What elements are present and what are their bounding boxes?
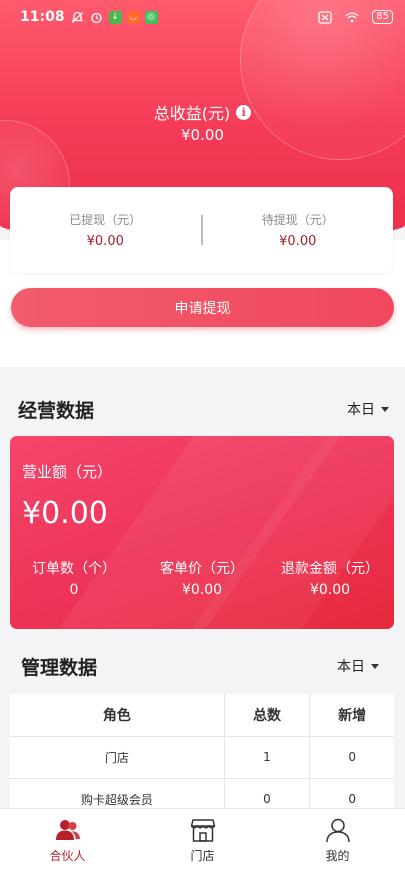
message-app-icon: ◎ <box>144 10 158 24</box>
order-count-stat: 订单数（个） 0 <box>10 558 138 598</box>
avg-order-price-stat: 客单价（元） ¥0.00 <box>138 558 266 598</box>
status-time: 11:08 <box>20 9 65 25</box>
withdrawn-column: 已提现（元） ¥0.00 <box>10 211 201 249</box>
wifi-icon <box>345 10 359 24</box>
management-data-title: 管理数据 <box>21 657 98 679</box>
shopping-app-icon: ◡ <box>126 10 140 24</box>
nav-item-mine[interactable]: 我的 <box>270 809 405 878</box>
total-earnings-label: 总收益(元) <box>153 104 231 123</box>
bottom-navigation: 合伙人 门店 我的 <box>0 808 405 878</box>
nav-item-partner[interactable]: 合伙人 <box>0 809 135 878</box>
withdrawn-value: ¥0.00 <box>86 234 124 249</box>
pending-value: ¥0.00 <box>279 234 317 249</box>
caret-down-icon <box>371 663 379 669</box>
business-data-title: 经营数据 <box>18 400 95 422</box>
column-header: 角色 <box>10 694 225 737</box>
withdraw-summary-card: 已提现（元） ¥0.00 待提现（元） ¥0.00 <box>10 187 393 273</box>
caret-down-icon <box>381 406 389 412</box>
stat-value: ¥0.00 <box>309 582 351 598</box>
download-app-icon: ↓ <box>108 10 122 24</box>
management-period-label: 本日 <box>337 659 365 675</box>
status-bar: 11:08 ↓ ◡ ◎ 85 <box>0 0 405 34</box>
mute-icon <box>71 10 85 24</box>
stat-value: ¥0.00 <box>181 582 223 598</box>
nav-item-store[interactable]: 门店 <box>135 809 270 878</box>
nav-label: 我的 <box>325 849 350 863</box>
table-row: 门店 1 0 <box>10 736 394 779</box>
revenue-label: 营业额（元） <box>22 463 113 481</box>
table-cell: 1 <box>224 736 311 779</box>
stat-label: 退款金额（元） <box>281 561 379 577</box>
revenue-value: ¥0.00 <box>22 496 108 531</box>
refund-amount-stat: 退款金额（元） ¥0.00 <box>266 558 394 598</box>
pending-label: 待提现（元） <box>261 213 334 227</box>
nav-label: 门店 <box>190 849 215 863</box>
store-icon <box>190 819 215 842</box>
battery-indicator: 85 <box>372 10 393 24</box>
column-header: 总数 <box>224 694 311 737</box>
user-icon <box>325 818 350 843</box>
partner-icon <box>55 820 80 840</box>
nav-label: 合伙人 <box>49 849 86 863</box>
business-period-label: 本日 <box>347 402 375 418</box>
table-header-row: 角色 总数 新增 <box>10 694 394 737</box>
alarm-icon <box>90 10 104 24</box>
info-icon[interactable]: i <box>236 104 252 120</box>
table-cell: 0 <box>309 736 394 779</box>
stat-value: 0 <box>69 582 79 598</box>
total-earnings-title: 总收益(元) i <box>0 100 405 124</box>
sim-off-icon <box>318 10 332 24</box>
table-cell: 门店 <box>10 736 225 779</box>
stat-label: 订单数（个） <box>32 561 116 577</box>
business-data-card: 营业额（元） ¥0.00 订单数（个） 0 客单价（元） ¥0.00 退款金额（… <box>10 436 394 629</box>
apply-withdraw-button[interactable]: 申请提现 <box>11 288 394 327</box>
stat-label: 客单价（元） <box>160 561 244 577</box>
business-stats-row: 订单数（个） 0 客单价（元） ¥0.00 退款金额（元） ¥0.00 <box>10 558 394 598</box>
management-period-dropdown[interactable]: 本日 <box>337 656 379 676</box>
business-period-dropdown[interactable]: 本日 <box>347 399 389 419</box>
pending-column: 待提现（元） ¥0.00 <box>203 211 394 249</box>
column-header: 新增 <box>309 694 394 737</box>
withdrawn-label: 已提现（元） <box>69 213 142 227</box>
total-earnings-value: ¥0.00 <box>181 126 224 144</box>
management-table: 角色 总数 新增 门店 1 0 购卡超级会员 0 0 <box>10 694 394 821</box>
